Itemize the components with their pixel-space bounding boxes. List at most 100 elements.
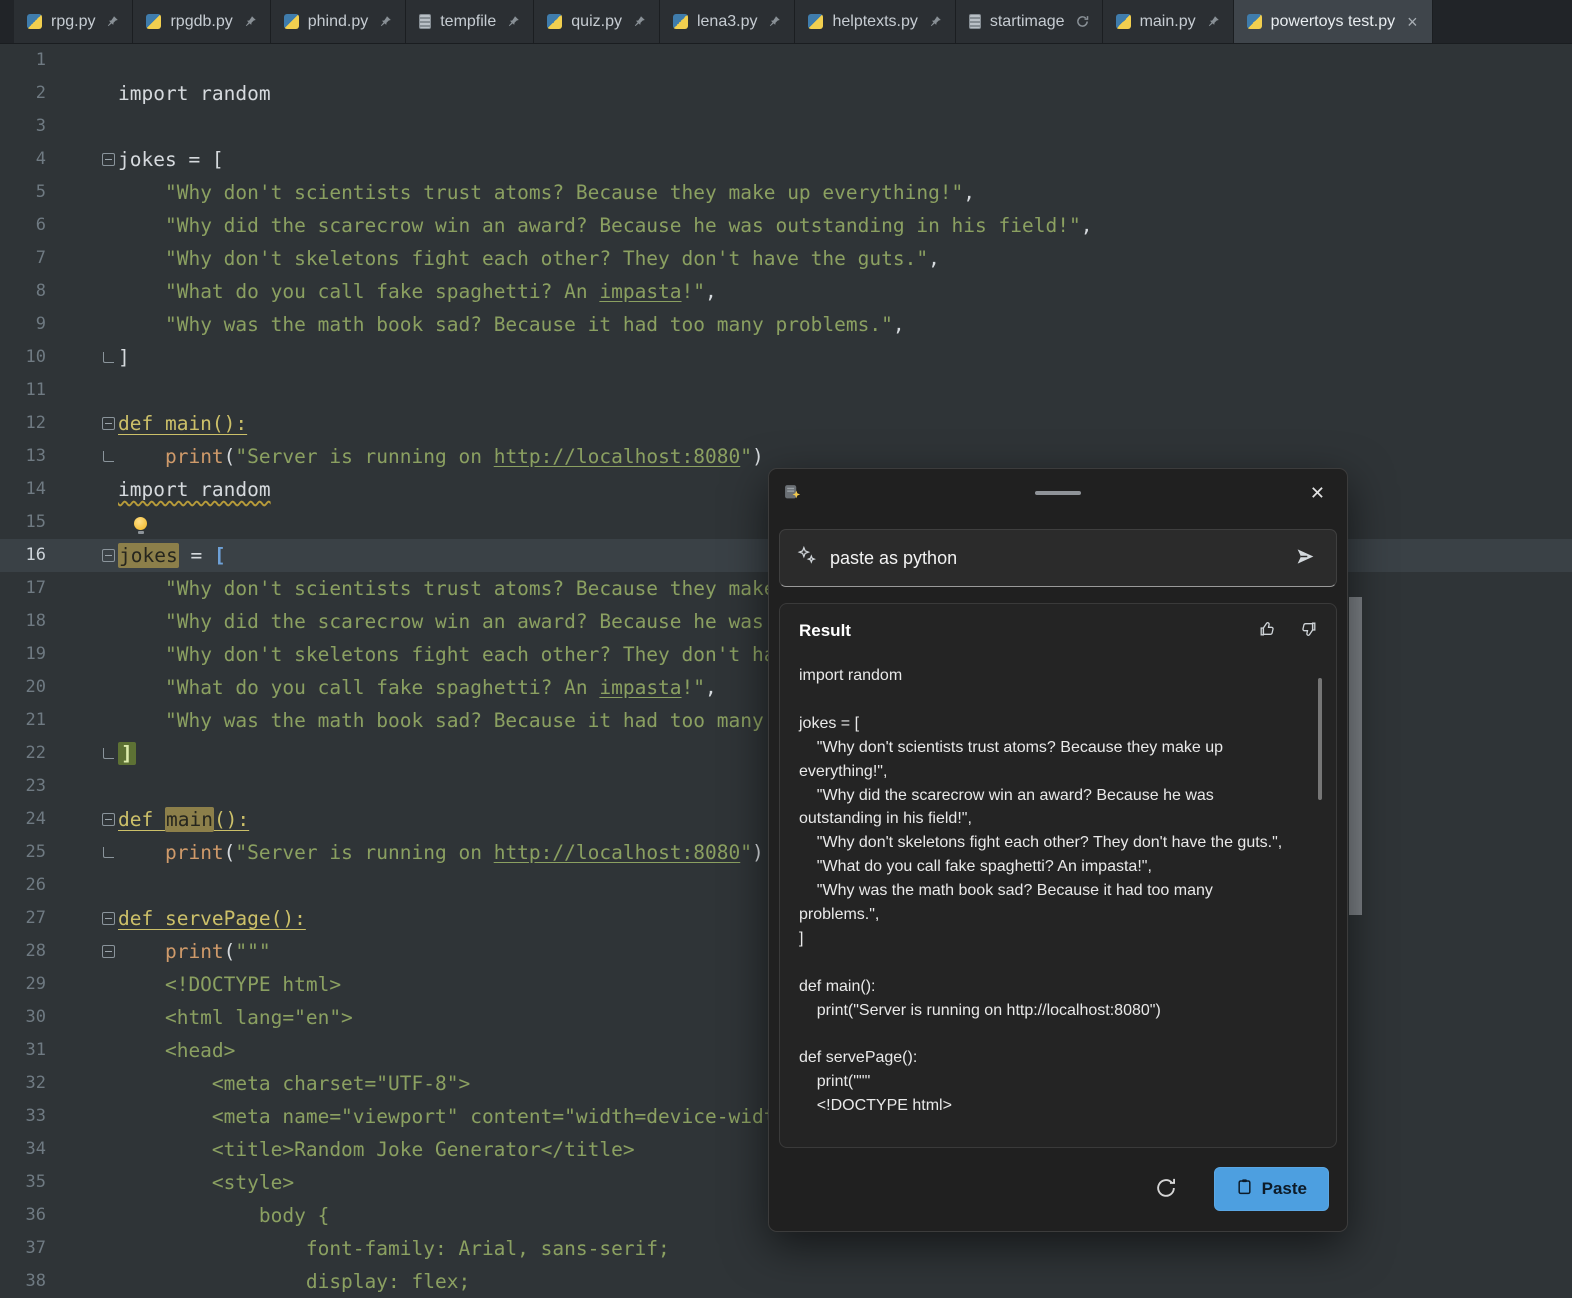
line-number: 9 <box>0 308 52 341</box>
tab-startimage[interactable]: startimage <box>956 0 1103 43</box>
fold-column <box>52 1067 118 1100</box>
editor-line-2[interactable]: 2import random <box>0 77 1572 110</box>
editor-line-6[interactable]: 6 "Why did the scarecrow win an award? B… <box>0 209 1572 242</box>
fold-end-icon[interactable] <box>103 451 114 462</box>
editor-line-7[interactable]: 7 "Why don't skeletons fight each other?… <box>0 242 1572 275</box>
fold-end-icon[interactable] <box>103 748 114 759</box>
fold-column <box>52 638 118 671</box>
editor-scrollbar[interactable] <box>1349 597 1362 915</box>
editor-line-12[interactable]: 12def main(): <box>0 407 1572 440</box>
quickfix-lightbulb-icon[interactable] <box>134 517 147 530</box>
code-text: "What do you call fake spaghetti? An imp… <box>118 671 717 704</box>
tab-label: helptexts.py <box>832 13 917 31</box>
line-number: 8 <box>0 275 52 308</box>
editor-line-9[interactable]: 9 "Why was the math book sad? Because it… <box>0 308 1572 341</box>
text-file-icon <box>969 14 981 29</box>
fold-end-icon[interactable] <box>103 352 114 363</box>
editor-line-38[interactable]: 38 display: flex; <box>0 1265 1572 1298</box>
tab-tempfile[interactable]: tempfile <box>406 0 534 43</box>
editor-line-5[interactable]: 5 "Why don't scientists trust atoms? Bec… <box>0 176 1572 209</box>
paste-button-label: Paste <box>1262 1179 1307 1199</box>
fold-column <box>52 605 118 638</box>
tab-rpgdb-py[interactable]: rpgdb.py <box>133 0 270 43</box>
fold-column <box>52 473 118 506</box>
python-file-icon <box>146 14 161 29</box>
dialog-titlebar[interactable]: ✕ <box>769 469 1347 517</box>
fold-column <box>52 440 118 473</box>
pin-icon[interactable] <box>379 15 392 28</box>
pin-icon[interactable] <box>507 15 520 28</box>
code-text: ] <box>118 341 130 374</box>
tab-powertoys-test-py[interactable]: powertoys test.py× <box>1234 0 1433 43</box>
editor-line-1[interactable]: 1 <box>0 44 1572 77</box>
send-icon[interactable] <box>1291 542 1320 574</box>
fold-column <box>52 242 118 275</box>
line-number: 14 <box>0 473 52 506</box>
close-icon[interactable]: ✕ <box>1304 480 1331 506</box>
editor-line-37[interactable]: 37 font-family: Arial, sans-serif; <box>0 1232 1572 1265</box>
fold-open-icon[interactable] <box>102 153 115 166</box>
fold-column <box>52 539 118 572</box>
thumbs-down-icon[interactable] <box>1298 619 1318 642</box>
line-number: 25 <box>0 836 52 869</box>
code-text: <head> <box>118 1034 235 1067</box>
fold-open-icon[interactable] <box>102 813 115 826</box>
ai-prompt-box[interactable]: paste as python <box>779 529 1337 587</box>
code-text: import random <box>118 77 271 110</box>
result-scrollbar[interactable] <box>1318 678 1322 800</box>
fold-column <box>52 44 118 77</box>
editor-line-8[interactable]: 8 "What do you call fake spaghetti? An i… <box>0 275 1572 308</box>
fold-column <box>52 671 118 704</box>
pin-icon[interactable] <box>244 15 257 28</box>
fold-column <box>52 1100 118 1133</box>
result-line: everything!", <box>799 760 1318 784</box>
close-tab-icon[interactable]: × <box>1406 13 1419 31</box>
code-text: jokes = [ <box>118 143 224 176</box>
tab-rpg-py[interactable]: rpg.py <box>14 0 133 43</box>
python-file-icon <box>284 14 299 29</box>
paste-button[interactable]: Paste <box>1214 1167 1329 1211</box>
pin-icon[interactable] <box>929 15 942 28</box>
fold-open-icon[interactable] <box>102 945 115 958</box>
editor-line-3[interactable]: 3 <box>0 110 1572 143</box>
result-line: "Why don't scientists trust atoms? Becau… <box>799 736 1318 760</box>
regenerate-icon[interactable] <box>1150 1172 1182 1207</box>
fold-end-icon[interactable] <box>103 847 114 858</box>
code-text: "Why don't skeletons fight each other? T… <box>118 242 940 275</box>
tab-helptexts-py[interactable]: helptexts.py <box>795 0 955 43</box>
code-text: "Why was the math book sad? Because it h… <box>118 308 905 341</box>
code-text: print(""" <box>118 935 271 968</box>
fold-open-icon[interactable] <box>102 912 115 925</box>
code-text: <style> <box>118 1166 294 1199</box>
tab-main-py[interactable]: main.py <box>1103 0 1234 43</box>
fold-column <box>52 836 118 869</box>
fold-open-icon[interactable] <box>102 549 115 562</box>
pin-icon[interactable] <box>633 15 646 28</box>
fold-column <box>52 308 118 341</box>
fold-column <box>52 407 118 440</box>
pin-icon[interactable] <box>106 15 119 28</box>
fold-open-icon[interactable] <box>102 417 115 430</box>
tab-quiz-py[interactable]: quiz.py <box>534 0 660 43</box>
prompt-input[interactable]: paste as python <box>830 548 1278 569</box>
fold-column <box>52 704 118 737</box>
editor-line-4[interactable]: 4jokes = [ <box>0 143 1572 176</box>
thumbs-up-icon[interactable] <box>1258 619 1278 642</box>
pin-icon[interactable] <box>768 15 781 28</box>
tab-lena3-py[interactable]: lena3.py <box>660 0 796 43</box>
line-number: 11 <box>0 374 52 407</box>
reload-icon[interactable] <box>1076 15 1089 28</box>
advanced-paste-window: ✕ paste as python Result import randomjo… <box>768 468 1348 1232</box>
pin-icon[interactable] <box>1207 15 1220 28</box>
result-line: "What do you call fake spaghetti? An imp… <box>799 855 1318 879</box>
line-number: 24 <box>0 803 52 836</box>
tab-bar: rpg.pyrpgdb.pyphind.pytempfilequiz.pylen… <box>0 0 1572 44</box>
python-file-icon <box>547 14 562 29</box>
editor-line-10[interactable]: 10] <box>0 341 1572 374</box>
line-number: 34 <box>0 1133 52 1166</box>
drag-handle[interactable] <box>1035 491 1081 495</box>
tab-phind-py[interactable]: phind.py <box>271 0 407 43</box>
code-text: "What do you call fake spaghetti? An imp… <box>118 275 717 308</box>
tab-label: main.py <box>1140 13 1196 31</box>
editor-line-11[interactable]: 11 <box>0 374 1572 407</box>
